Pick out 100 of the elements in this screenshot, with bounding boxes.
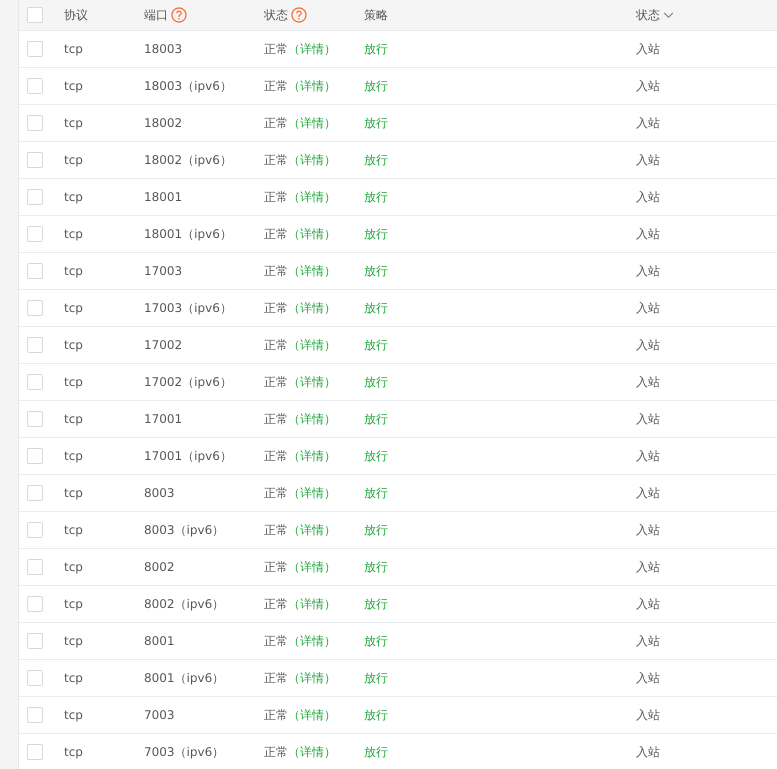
policy-text: 放行: [364, 486, 388, 500]
policy-text: 放行: [364, 449, 388, 463]
detail-link[interactable]: （详情）: [288, 708, 336, 722]
policy-text: 放行: [364, 597, 388, 611]
table-cell: 18001（ipv6）: [144, 227, 232, 241]
detail-link[interactable]: （详情）: [288, 264, 336, 278]
table-cell: 8002: [144, 560, 175, 574]
help-icon[interactable]: [171, 7, 187, 23]
table-cell: 入站: [636, 375, 660, 389]
policy-text: 放行: [364, 634, 388, 648]
table-cell: 17001（ipv6）: [144, 449, 232, 463]
detail-link[interactable]: （详情）: [288, 597, 336, 611]
table-cell: 17003: [144, 264, 182, 278]
column-header: 状态: [264, 7, 288, 24]
table-cell: tcp: [64, 116, 83, 130]
table-cell: 7003（ipv6）: [144, 745, 224, 759]
table-cell: 入站: [636, 338, 660, 352]
table-cell: tcp: [64, 264, 83, 278]
table-cell: tcp: [64, 412, 83, 426]
checkbox[interactable]: [27, 633, 43, 649]
detail-link[interactable]: （详情）: [288, 42, 336, 56]
detail-link[interactable]: （详情）: [288, 634, 336, 648]
status-text: 正常: [264, 227, 288, 241]
policy-text: 放行: [364, 153, 388, 167]
detail-link[interactable]: （详情）: [288, 190, 336, 204]
checkbox[interactable]: [27, 337, 43, 353]
checkbox[interactable]: [27, 744, 43, 760]
column-header[interactable]: 状态: [636, 6, 660, 24]
checkbox[interactable]: [27, 115, 43, 131]
detail-link[interactable]: （详情）: [288, 560, 336, 574]
detail-link[interactable]: （详情）: [288, 301, 336, 315]
checkbox[interactable]: [27, 448, 43, 464]
status-text: 正常: [264, 449, 288, 463]
table-cell: 入站: [636, 227, 660, 241]
detail-link[interactable]: （详情）: [288, 449, 336, 463]
detail-link[interactable]: （详情）: [288, 486, 336, 500]
table-cell: tcp: [64, 375, 83, 389]
table-cell: 入站: [636, 745, 660, 759]
policy-text: 放行: [364, 375, 388, 389]
table-cell: tcp: [64, 671, 83, 685]
policy-text: 放行: [364, 560, 388, 574]
checkbox[interactable]: [27, 485, 43, 501]
status-text: 正常: [264, 42, 288, 56]
status-text: 正常: [264, 375, 288, 389]
detail-link[interactable]: （详情）: [288, 153, 336, 167]
table-cell: 入站: [636, 597, 660, 611]
table-cell: 8003（ipv6）: [144, 523, 224, 537]
detail-link[interactable]: （详情）: [288, 671, 336, 685]
status-text: 正常: [264, 264, 288, 278]
table-cell: tcp: [64, 79, 83, 93]
status-text: 正常: [264, 745, 288, 759]
checkbox[interactable]: [27, 152, 43, 168]
table-cell: tcp: [64, 153, 83, 167]
checkbox[interactable]: [27, 670, 43, 686]
checkbox[interactable]: [27, 707, 43, 723]
checkbox[interactable]: [27, 41, 43, 57]
table-cell: 入站: [636, 523, 660, 537]
checkbox[interactable]: [27, 226, 43, 242]
table-cell: 18001: [144, 190, 182, 204]
table-cell: tcp: [64, 449, 83, 463]
table-cell: 入站: [636, 42, 660, 56]
policy-text: 放行: [364, 708, 388, 722]
detail-link[interactable]: （详情）: [288, 227, 336, 241]
checkbox[interactable]: [27, 559, 43, 575]
column-header: 策略: [364, 7, 388, 24]
checkbox[interactable]: [27, 522, 43, 538]
table-cell: 18002（ipv6）: [144, 153, 232, 167]
detail-link[interactable]: （详情）: [288, 375, 336, 389]
table-cell: 入站: [636, 190, 660, 204]
table-cell: 8001（ipv6）: [144, 671, 224, 685]
checkbox[interactable]: [27, 596, 43, 612]
checkbox[interactable]: [27, 7, 43, 23]
table-cell: 17002（ipv6）: [144, 375, 232, 389]
checkbox[interactable]: [27, 411, 43, 427]
policy-text: 放行: [364, 301, 388, 315]
checkbox[interactable]: [27, 78, 43, 94]
table-cell: 入站: [636, 671, 660, 685]
detail-link[interactable]: （详情）: [288, 116, 336, 130]
table-cell: 8003: [144, 486, 175, 500]
checkbox[interactable]: [27, 300, 43, 316]
status-text: 正常: [264, 486, 288, 500]
table-cell: 入站: [636, 486, 660, 500]
checkbox[interactable]: [27, 189, 43, 205]
table-cell: 17001: [144, 412, 182, 426]
detail-link[interactable]: （详情）: [288, 523, 336, 537]
checkbox[interactable]: [27, 263, 43, 279]
detail-link[interactable]: （详情）: [288, 79, 336, 93]
detail-link[interactable]: （详情）: [288, 412, 336, 426]
policy-text: 放行: [364, 42, 388, 56]
table-cell: tcp: [64, 708, 83, 722]
table-cell: 18003: [144, 42, 182, 56]
table-cell: 入站: [636, 412, 660, 426]
detail-link[interactable]: （详情）: [288, 745, 336, 759]
table-cell: 入站: [636, 301, 660, 315]
checkbox[interactable]: [27, 374, 43, 390]
status-text: 正常: [264, 190, 288, 204]
chevron-down-icon[interactable]: [663, 12, 674, 18]
detail-link[interactable]: （详情）: [288, 338, 336, 352]
table-cell: 入站: [636, 79, 660, 93]
help-icon[interactable]: [291, 7, 307, 23]
